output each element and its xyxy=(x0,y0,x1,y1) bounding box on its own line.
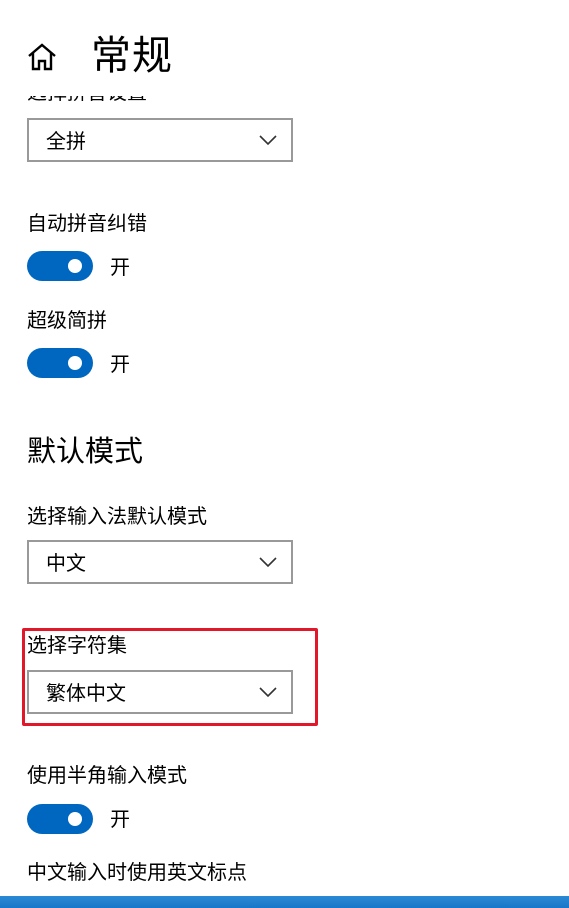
super-jianpin-label: 超级简拼 xyxy=(27,308,107,332)
home-icon[interactable] xyxy=(26,42,58,72)
chevron-down-icon xyxy=(259,135,277,146)
charset-dropdown[interactable]: 繁体中文 xyxy=(27,670,293,714)
halfwidth-label: 使用半角输入模式 xyxy=(27,763,187,787)
auto-correct-state: 开 xyxy=(110,255,130,279)
taskbar-edge xyxy=(0,896,569,908)
input-mode-dropdown[interactable]: 中文 xyxy=(27,540,293,584)
auto-correct-toggle[interactable] xyxy=(27,251,93,281)
page-header: 常规 xyxy=(0,0,569,96)
charset-label: 选择字符集 xyxy=(27,633,127,657)
chevron-down-icon xyxy=(259,557,277,568)
input-mode-label: 选择输入法默认模式 xyxy=(27,504,207,528)
toggle-knob xyxy=(68,259,82,273)
super-jianpin-toggle[interactable] xyxy=(27,348,93,378)
dropdown-value: 繁体中文 xyxy=(46,681,126,705)
english-punct-label: 中文输入时使用英文标点 xyxy=(27,860,247,884)
auto-correct-label: 自动拼音纠错 xyxy=(27,211,147,235)
halfwidth-state: 开 xyxy=(110,807,130,831)
pinyin-settings-dropdown[interactable]: 全拼 xyxy=(27,118,293,162)
dropdown-value: 中文 xyxy=(46,551,86,575)
super-jianpin-state: 开 xyxy=(110,352,130,376)
page-title: 常规 xyxy=(91,33,173,79)
toggle-knob xyxy=(68,356,82,370)
dropdown-value: 全拼 xyxy=(46,129,86,153)
halfwidth-toggle[interactable] xyxy=(27,804,93,834)
toggle-knob xyxy=(68,812,82,826)
chevron-down-icon xyxy=(259,687,277,698)
settings-content: 选择拼音设置 全拼 自动拼音纠错 开 超级简拼 开 默认模式 选择输入法默认模式… xyxy=(0,0,569,908)
default-mode-title: 默认模式 xyxy=(27,434,144,468)
